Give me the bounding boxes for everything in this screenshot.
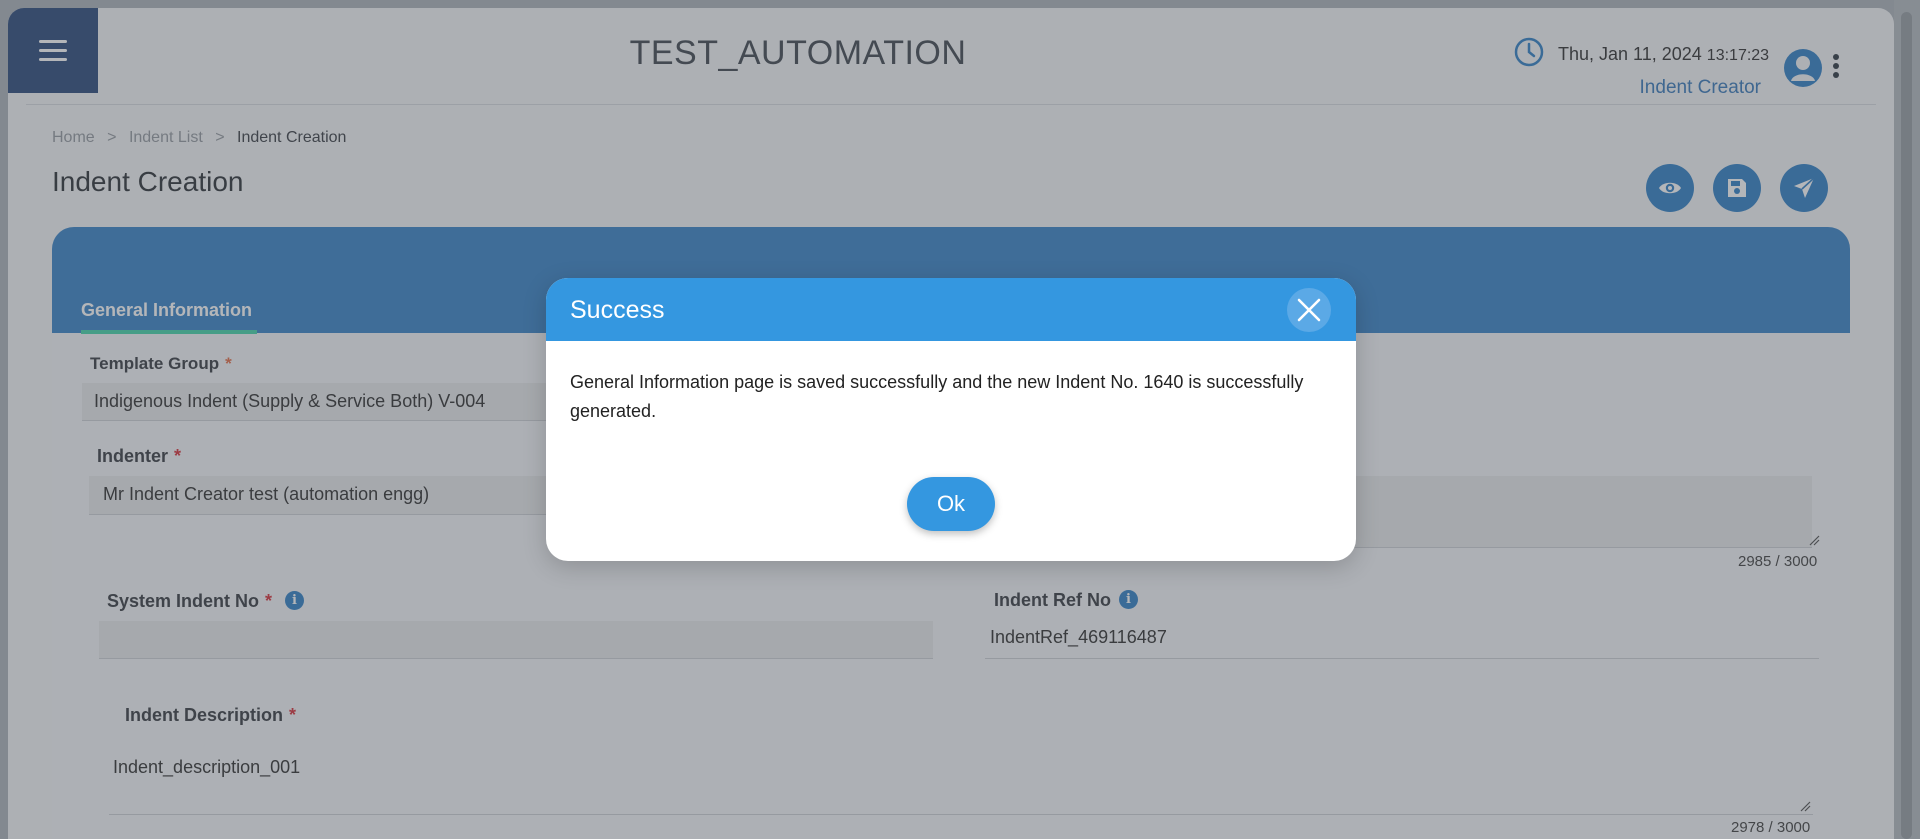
dialog-header — [546, 278, 1356, 341]
dialog-title: Success — [570, 296, 665, 324]
ok-button[interactable]: Ok — [907, 477, 995, 531]
dialog-message: General Information page is saved succes… — [570, 372, 1304, 421]
close-icon — [1297, 298, 1321, 322]
dialog-close-button[interactable] — [1287, 288, 1331, 332]
success-dialog: Success General Information page is save… — [546, 278, 1356, 561]
